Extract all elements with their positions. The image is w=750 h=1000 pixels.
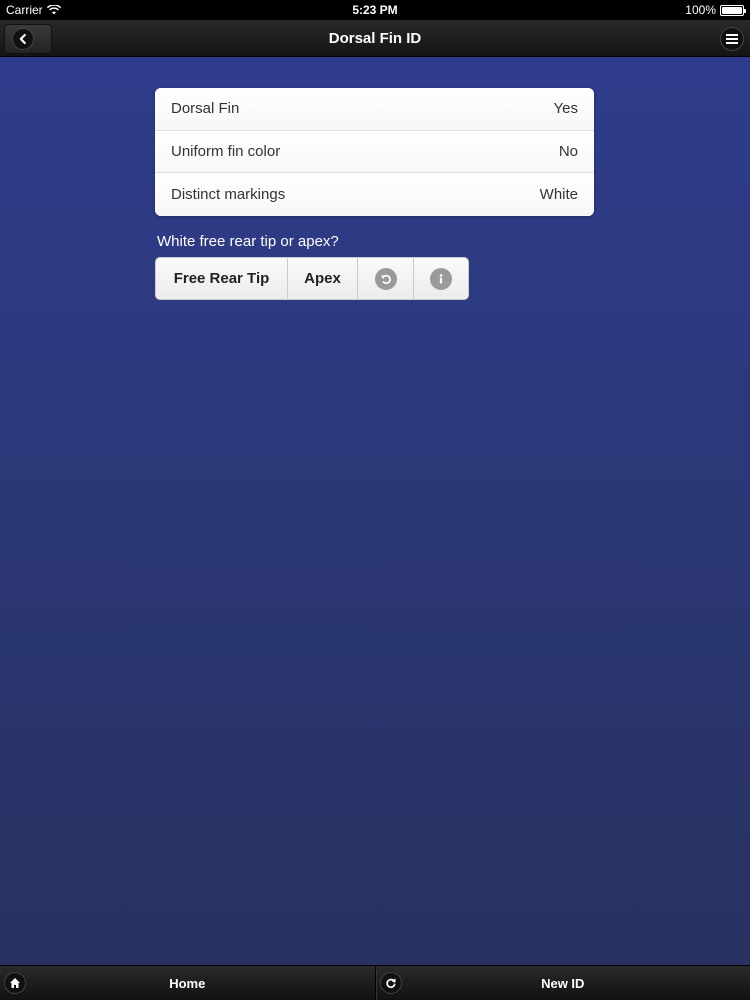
home-button[interactable]: Home	[0, 966, 375, 1000]
refresh-icon	[379, 972, 402, 994]
free-rear-tip-button[interactable]: Free Rear Tip	[156, 258, 288, 299]
clock: 5:23 PM	[352, 3, 398, 17]
status-bar: Carrier 5:23 PM 100%	[0, 0, 750, 20]
undo-button[interactable]	[358, 258, 414, 299]
new-id-button[interactable]: New ID	[374, 966, 750, 1000]
undo-icon	[374, 267, 397, 290]
info-icon	[430, 267, 452, 290]
home-label: Home	[169, 975, 206, 991]
main-content: Dorsal Fin Yes Uniform fin color No Dist…	[0, 57, 750, 965]
apex-button[interactable]: Apex	[288, 258, 358, 299]
menu-button[interactable]	[720, 27, 744, 51]
info-button[interactable]	[414, 258, 468, 299]
question-text: White free rear tip or apex?	[157, 233, 339, 250]
choice-button-group: Free Rear Tip Apex	[155, 257, 469, 300]
answer-label: Dorsal Fin	[171, 100, 240, 118]
battery-icon	[720, 4, 746, 16]
answers-list: Dorsal Fin Yes Uniform fin color No Dist…	[155, 88, 594, 216]
answer-label: Distinct markings	[171, 185, 286, 203]
answer-label: Uniform fin color	[171, 142, 281, 160]
answer-value: Yes	[553, 100, 578, 118]
header-bar: Dorsal Fin ID	[0, 20, 750, 57]
answer-row[interactable]: Dorsal Fin Yes	[155, 88, 594, 131]
page-title: Dorsal Fin ID	[328, 30, 422, 47]
answer-value: White	[539, 185, 578, 203]
screen: Carrier 5:23 PM 100% Dorsal Fin ID Dorsa…	[0, 0, 750, 1000]
answer-row[interactable]: Distinct markings White	[155, 173, 594, 216]
answer-row[interactable]: Uniform fin color No	[155, 130, 594, 173]
hamburger-menu-icon	[726, 34, 738, 44]
new-id-label: New ID	[541, 975, 585, 991]
home-icon	[4, 972, 26, 994]
battery-indicator: 100%	[685, 3, 746, 17]
footer-nav: Home New ID	[0, 965, 750, 1000]
answer-value: No	[558, 142, 578, 160]
battery-percent: 100%	[685, 3, 716, 17]
